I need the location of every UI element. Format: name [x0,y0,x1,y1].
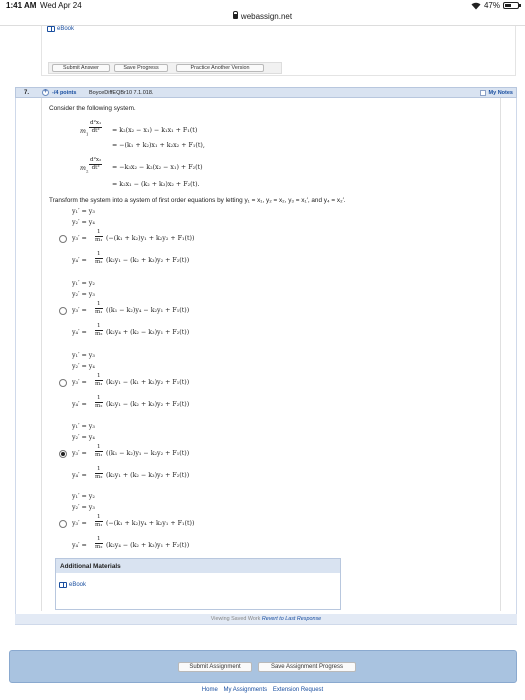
option-y4-fraction: 1 m₂ [95,251,103,265]
option-y4-rhs: (k₂y₄ + (k₂ − k₃)y₁ + F₂(t)) [106,329,190,336]
option-y4-lhs: y₄′ = [72,401,87,408]
question-instruction: Transform the system into a system of fi… [49,197,346,204]
option-y3-lhs: y₃′ = [72,520,87,527]
option-y4-lhs: y₄′ = [72,542,87,549]
option-y4-rhs: (k₂y₁ + (k₂ − k₃)y₂ + F₂(t)) [106,472,190,479]
option-y4-rhs: (k₂y₁ − (k₂ + k₃)y₂ + F₂(t)) [106,401,190,408]
option-y3-lhs: y₃′ = [72,450,87,457]
save-assignment-progress-button[interactable]: Save Assignment Progress [258,662,356,672]
my-assignments-link[interactable]: My Assignments [223,687,267,693]
submit-answer-button[interactable]: Submit Answer [52,64,110,72]
option-line-2: y₂′ = y₄ [72,434,95,441]
option-y3-rhs: (−(k₁ + k₂)y₁ + k₂y₂ + F₁(t)) [106,235,195,242]
status-time: 1:41 AM [6,1,37,10]
option-y3-fraction: 1 m₁ [95,301,103,315]
option-y4-lhs: y₄′ = [72,329,87,336]
status-right: 47% [471,1,521,10]
question-code: BoyceDiffEQBr10 7.1.018. [89,90,154,96]
previous-question-button-bar: Submit Answer Save Progress Practice Ano… [48,62,282,74]
option-y4-fraction: 1 m₂ [95,466,103,480]
option-y3-fraction: 1 m₁ [95,373,103,387]
d2x2-dt2-fraction: d²x₂ dt² [89,157,103,171]
option-line-1: y₁′ = y₃ [72,208,95,215]
option-line-2: y₂′ = y₄ [72,219,95,226]
url-bar[interactable]: webassign.net [0,11,525,24]
option-y3-rhs: (k₂y₁ − (k₁ + k₂)y₂ + F₁(t)) [106,379,190,386]
question-points: -/4 points [52,90,77,96]
revert-link[interactable]: Revert to Last Response [262,616,321,622]
option-y4-fraction: 1 m₂ [95,323,103,337]
ebook-label: eBook [57,26,75,32]
option-radio[interactable] [59,379,67,387]
option-line-2: y₂′ = y₃ [72,291,95,298]
home-link[interactable]: Home [202,687,218,693]
option-line-2: y₂′ = y₃ [72,504,95,511]
practice-another-version-button[interactable]: Practice Another Version [176,64,264,72]
submit-assignment-button[interactable]: Submit Assignment [178,662,252,672]
extension-request-link[interactable]: Extension Request [273,687,323,693]
system-line-3: = −k₃x₂ − k₂(x₂ − x₁) + F₂(t) [112,164,203,171]
additional-materials-panel: Additional Materials [55,558,341,610]
assignment-submit-bar: Submit Assignment Save Assignment Progre… [9,650,517,683]
d2x1-dt2-fraction: d²x₁ dt² [89,120,103,134]
option-line-1: y₁′ = y₂ [72,493,95,500]
option-radio[interactable] [59,235,67,243]
viewing-saved-work-text: Viewing Saved Work [210,616,261,622]
question-prompt: Consider the following system. [49,105,136,112]
lock-icon [232,11,238,19]
my-notes-label: My Notes [488,89,513,96]
option-y4-rhs: (k₂y₁ − (k₂ + k₃)y₂ + F₂(t)) [106,257,190,264]
checkbox-icon[interactable] [479,89,486,96]
option-line-2: y₂′ = y₄ [72,363,95,370]
option-radio[interactable] [59,450,67,458]
system-line-4: = k₂x₁ − (k₂ + k₃)x₂ + F₂(t). [112,181,200,188]
ebook-label: eBook [69,582,87,588]
battery-icon [503,2,521,9]
option-radio[interactable] [59,307,67,315]
book-icon [47,26,55,32]
wifi-icon [471,2,481,10]
option-y3-fraction: 1 m₁ [95,444,103,458]
status-bar: 1:41 AM Wed Apr 24 47% [0,0,525,11]
status-date: Wed Apr 24 [40,1,82,10]
option-line-1: y₁′ = y₃ [72,352,95,359]
system-line-1: = k₂(x₂ − x₁) − k₁x₁ + F₁(t) [112,127,198,134]
option-y3-rhs: ((k₁ − k₂)y₄ − k₂y₁ + F₁(t)) [106,307,190,314]
previous-ebook-link[interactable]: eBook [47,26,74,32]
my-notes-toggle[interactable]: My Notes [479,89,513,96]
battery-percent: 47% [483,1,500,10]
m2-symbol: m2 [80,165,89,174]
expand-plus-icon[interactable]: + [42,89,49,96]
option-y4-fraction: 1 m₂ [95,395,103,409]
option-y3-lhs: y₃′ = [72,235,87,242]
option-y4-rhs: (k₂y₄ − (k₂ + k₃)y₁ + F₂(t)) [106,542,190,549]
question-header: 7. + -/4 points BoyceDiffEQBr10 7.1.018.… [15,87,517,98]
book-icon [59,582,67,588]
option-y3-lhs: y₃′ = [72,307,87,314]
additional-ebook-link[interactable]: eBook [59,582,86,588]
saved-work-bar: Viewing Saved Work Revert to Last Respon… [15,614,517,624]
system-line-2: = −(k₁ + k₂)x₁ + k₂x₂ + F₁(t), [112,142,205,149]
option-y3-fraction: 1 m₁ [95,514,103,528]
bottom-links: Home My Assignments Extension Request [0,687,525,693]
question-content [41,98,501,611]
save-progress-button[interactable]: Save Progress [114,64,168,72]
option-y4-fraction: 1 m₂ [95,536,103,550]
option-y3-rhs: (−(k₁ + k₂)y₄ + k₂y₁ + F₁(t)) [106,520,195,527]
option-y4-lhs: y₄′ = [72,472,87,479]
question-body [15,98,517,625]
option-y3-lhs: y₃′ = [72,379,87,386]
m1-symbol: m1 [80,128,89,137]
option-line-1: y₁′ = y₂ [72,280,95,287]
option-line-1: y₁′ = y₃ [72,423,95,430]
question-number: 7. [24,90,30,96]
option-y3-rhs: ((k₁ − k₂)y₁ − k₂y₂ + F₁(t)) [106,450,190,457]
url-text: webassign.net [240,12,293,21]
option-y3-fraction: 1 m₁ [95,229,103,243]
additional-materials-title: Additional Materials [56,559,340,573]
option-radio[interactable] [59,520,67,528]
option-y4-lhs: y₄′ = [72,257,87,264]
